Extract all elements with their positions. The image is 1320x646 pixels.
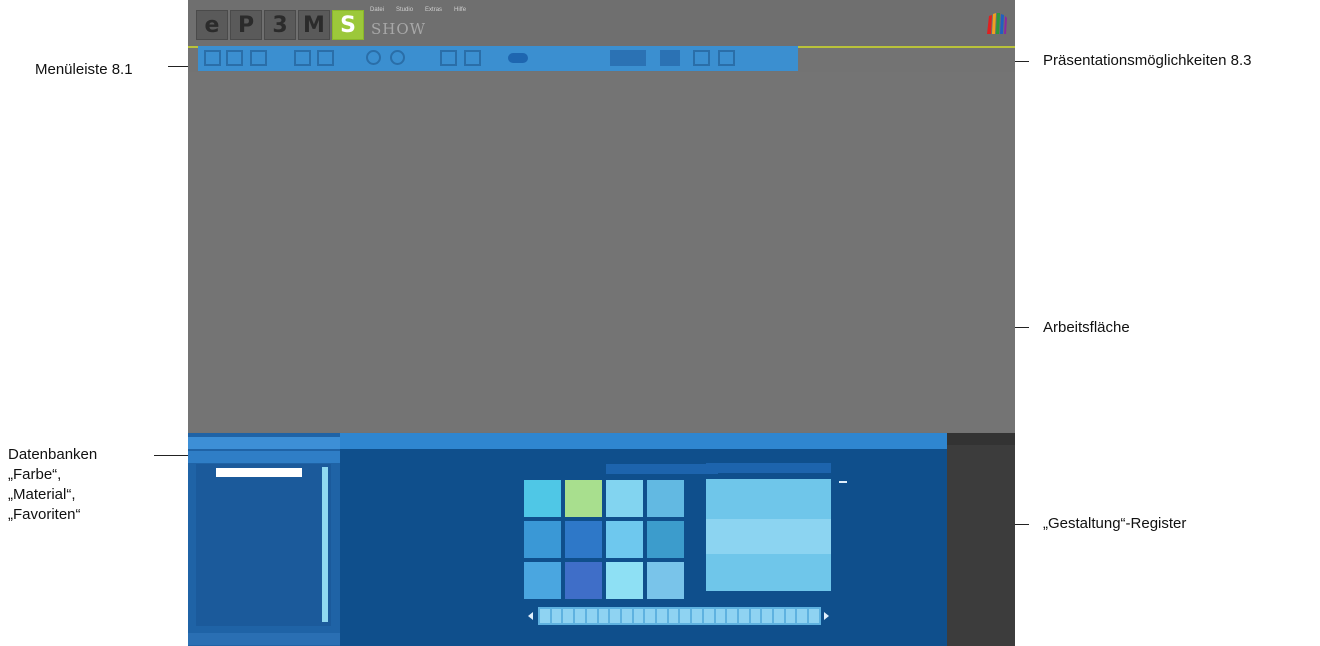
annotation-menu-bar: Menüleiste 8.1 xyxy=(35,61,133,78)
swatch-tile[interactable] xyxy=(606,562,643,599)
list-scrollbar[interactable] xyxy=(322,467,328,622)
menu-toolbar xyxy=(198,46,798,71)
layout-grid-icon[interactable] xyxy=(660,50,680,66)
side-area xyxy=(947,445,1015,646)
annotation-databases-line2: „Farbe“, xyxy=(8,466,62,483)
logo-letter: 3 xyxy=(264,10,296,40)
mode-toggle[interactable] xyxy=(508,53,528,63)
material-list[interactable] xyxy=(196,464,331,626)
logo-letter: P xyxy=(230,10,262,40)
swatch-tile[interactable] xyxy=(606,480,643,517)
workspace-canvas[interactable] xyxy=(188,72,1015,432)
swatch-toolbar xyxy=(606,464,718,474)
swatch-strip[interactable] xyxy=(538,607,821,625)
app-window: e P 3 M S Datei Studio Extras Hilfe SHOW xyxy=(188,0,1015,646)
swatch-tile[interactable] xyxy=(524,480,561,517)
tab-favorites[interactable] xyxy=(188,633,340,645)
strip-left-arrow-icon[interactable] xyxy=(528,612,533,620)
camera-icon[interactable] xyxy=(317,50,334,66)
tab-material[interactable] xyxy=(188,451,340,463)
layers-icon[interactable] xyxy=(718,50,735,66)
app-header: e P 3 M S Datei Studio Extras Hilfe SHOW xyxy=(188,0,1015,48)
swatch-tile[interactable] xyxy=(647,562,684,599)
database-panel xyxy=(188,433,340,646)
preview-texture xyxy=(706,519,831,554)
swatch-tile[interactable] xyxy=(565,521,602,558)
preview-toolbar xyxy=(706,463,831,473)
swatch-tile[interactable] xyxy=(647,521,684,558)
annotation-databases-line4: „Favoriten“ xyxy=(8,506,81,523)
app-logo: e P 3 M S xyxy=(196,10,366,40)
caparol-logo-icon xyxy=(987,13,1007,34)
text-tool-icon[interactable] xyxy=(839,481,847,489)
save-icon[interactable] xyxy=(226,50,243,66)
layout-triple-icon[interactable] xyxy=(610,50,646,66)
annotation-databases: Datenbanken „Farbe“, „Material“, „Favori… xyxy=(8,445,97,525)
material-preview xyxy=(706,479,831,591)
annotation-databases-line3: „Material“, xyxy=(8,486,76,503)
zoom-out-icon[interactable] xyxy=(390,50,405,65)
product-name: SHOW xyxy=(371,20,427,38)
annotation-presentation-options: Präsentationsmöglichkeiten 8.3 xyxy=(1043,52,1252,69)
annotation-design-tab: „Gestaltung“-Register xyxy=(1043,515,1187,532)
swatch-tile[interactable] xyxy=(565,562,602,599)
swatch-tile[interactable] xyxy=(524,521,561,558)
save-as-icon[interactable] xyxy=(250,50,267,66)
logo-letter: M xyxy=(298,10,330,40)
open-folder-icon[interactable] xyxy=(204,50,221,66)
main-menu: Datei Studio Extras Hilfe xyxy=(370,7,466,13)
menu-item-studio[interactable]: Studio xyxy=(396,7,413,13)
swatch-tile[interactable] xyxy=(647,480,684,517)
tab-color[interactable] xyxy=(188,437,340,449)
swatch-tile[interactable] xyxy=(606,521,643,558)
zoom-in-icon[interactable] xyxy=(366,50,381,65)
strip-right-arrow-icon[interactable] xyxy=(824,612,829,620)
logo-letter: e xyxy=(196,10,228,40)
edit-image-icon[interactable] xyxy=(440,50,457,66)
logo-letter: S xyxy=(332,10,364,40)
menu-item-help[interactable]: Hilfe xyxy=(454,7,466,13)
delete-icon[interactable] xyxy=(464,50,481,66)
menu-item-file[interactable]: Datei xyxy=(370,7,384,13)
swatch-tile[interactable] xyxy=(524,562,561,599)
menu-item-extras[interactable]: Extras xyxy=(425,7,442,13)
print-icon[interactable] xyxy=(294,50,311,66)
annotation-workspace: Arbeitsfläche xyxy=(1043,319,1130,336)
tab-design[interactable] xyxy=(340,433,947,449)
list-item-selected[interactable] xyxy=(216,468,302,477)
annotation-databases-line1: Datenbanken xyxy=(8,446,98,463)
swatch-tile[interactable] xyxy=(565,480,602,517)
fullscreen-icon[interactable] xyxy=(693,50,710,66)
